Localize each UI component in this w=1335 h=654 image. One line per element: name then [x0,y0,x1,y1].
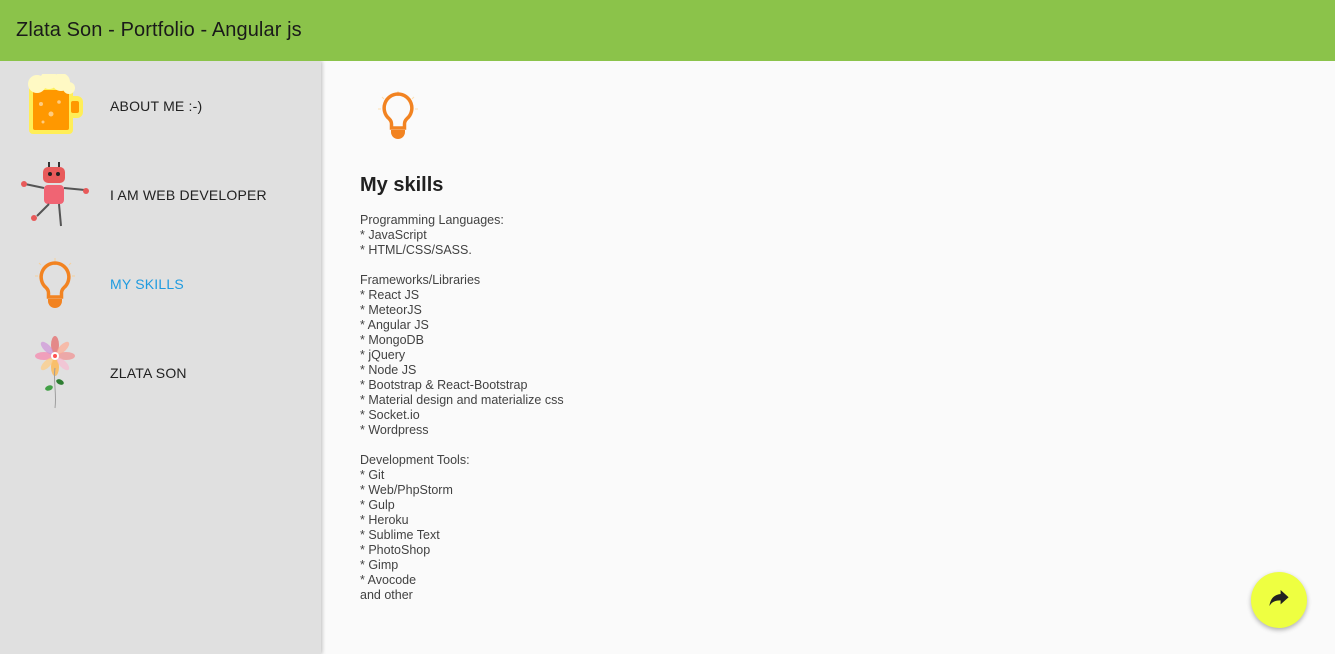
skill-item: * React JS [360,288,420,302]
sidebar-item-about-me[interactable]: ABOUT ME :-) [0,61,321,150]
sidebar-item-label: ABOUT ME :-) [110,97,203,114]
skill-item: * Gulp [360,498,395,512]
main-content: My skills Programming Languages: * JavaS… [321,61,1335,654]
skills-group-heading: Programming Languages: [360,213,504,227]
skill-item: * Sublime Text [360,528,440,542]
flower-icon [0,328,110,417]
skill-item: * Angular JS [360,318,429,332]
robot-icon [0,150,110,239]
lightbulb-icon [0,239,110,328]
skill-item: * JavaScript [360,228,427,242]
skill-item: * Avocode [360,573,417,587]
skill-item: * jQuery [360,348,406,362]
skill-item: * Heroku [360,513,409,527]
skills-group-heading: Frameworks/Libraries [360,273,481,287]
skill-item: and other [360,588,413,602]
skills-group-languages: Programming Languages: * JavaScript * HT… [360,213,1335,258]
share-arrow-icon [1269,589,1289,611]
share-fab-button[interactable] [1251,572,1307,628]
sidebar-item-label: I AM WEB DEVELOPER [110,186,267,203]
skills-group-heading: Development Tools: [360,453,470,467]
skill-item: * HTML/CSS/SASS. [360,243,472,257]
skill-item: * Socket.io [360,408,420,422]
skill-item: * Web/PhpStorm [360,483,453,497]
sidebar-item-label: ZLATA SON [110,364,187,381]
skill-item: * PhotoShop [360,543,431,557]
skill-item: * Bootstrap & React-Bootstrap [360,378,528,392]
skill-item: * MeteorJS [360,303,422,317]
skill-item: * Git [360,468,385,482]
skill-item: * Material design and materialize css [360,393,564,407]
sidebar-item-web-developer[interactable]: I AM WEB DEVELOPER [0,150,321,239]
skills-group-frameworks: Frameworks/Libraries * React JS * Meteor… [360,273,1335,438]
skill-item: * Wordpress [360,423,429,437]
page-title: My skills [360,174,444,196]
sidebar-nav: ABOUT ME :-) I AM WEB DEVELOPER MY SKILL… [0,61,321,654]
sidebar-item-my-skills[interactable]: MY SKILLS [0,239,321,328]
sidebar-item-label: MY SKILLS [110,275,184,292]
sidebar-item-zlata-son[interactable]: ZLATA SON [0,328,321,417]
lightbulb-icon [360,91,440,147]
skill-item: * Gimp [360,558,399,572]
skill-item: * MongoDB [360,333,424,347]
beer-mug-icon [0,61,110,150]
app-title: Zlata Son - Portfolio - Angular js [16,19,302,41]
top-toolbar: Zlata Son - Portfolio - Angular js [0,0,1335,61]
skill-item: * Node JS [360,363,417,377]
skills-group-tools: Development Tools: * Git * Web/PhpStorm … [360,453,1335,603]
